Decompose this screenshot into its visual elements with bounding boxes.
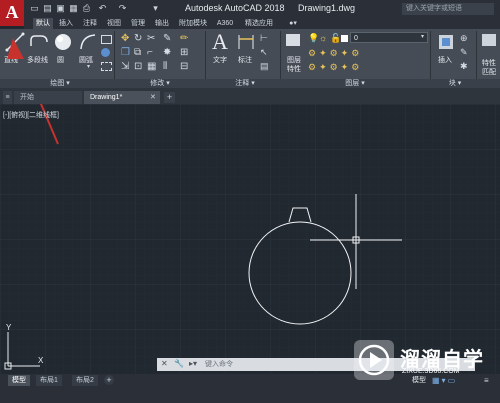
- search-input[interactable]: 键入关键字或短语: [402, 3, 494, 15]
- layout-tab-model[interactable]: 模型: [8, 375, 30, 386]
- tab-addins[interactable]: 附加模块: [176, 18, 210, 29]
- dimension-tool-label[interactable]: 标注: [238, 55, 252, 65]
- rectangle-icon[interactable]: [101, 35, 112, 44]
- sun-icon[interactable]: ☼: [319, 33, 327, 43]
- trim-icon[interactable]: ✂: [147, 33, 155, 44]
- stretch-icon[interactable]: ⇲: [121, 61, 129, 72]
- layout-tab-layout1[interactable]: 布局1: [36, 375, 62, 386]
- leader-icon[interactable]: ↖: [260, 47, 268, 58]
- insert-block-icon[interactable]: [436, 32, 456, 52]
- tab-drawing1[interactable]: Drawing1*: [84, 91, 160, 104]
- panel-modify[interactable]: 修改 ▾: [140, 79, 180, 88]
- new-tab-icon[interactable]: +: [164, 92, 175, 103]
- match-properties-icon[interactable]: [482, 34, 496, 46]
- layout-tab-layout2[interactable]: 布局2: [72, 375, 98, 386]
- redo-icon[interactable]: ↷: [117, 3, 128, 14]
- gradient-icon[interactable]: [101, 62, 112, 71]
- arc-tool-label[interactable]: 圆弧: [79, 55, 93, 65]
- layer-color-swatch[interactable]: [341, 35, 348, 42]
- close-tab-icon[interactable]: ✕: [150, 93, 156, 101]
- rotate-icon[interactable]: ↻: [134, 33, 142, 44]
- dimension-tool-icon[interactable]: [236, 33, 256, 51]
- watermark-url: ZIXUE.3D66.COM: [402, 368, 460, 375]
- save-icon[interactable]: ▣: [55, 3, 66, 14]
- mirror-icon[interactable]: ⧉: [134, 47, 141, 58]
- command-prompt-icon[interactable]: ▸▾: [189, 359, 197, 368]
- command-input[interactable]: 键入命令: [205, 358, 233, 371]
- create-block-icon[interactable]: ⊕: [460, 33, 468, 44]
- hatch-icon[interactable]: [101, 48, 110, 57]
- application-menu-button[interactable]: A: [0, 0, 24, 26]
- lock-icon[interactable]: 🔓: [330, 33, 341, 44]
- watermark-logo: [354, 340, 394, 380]
- share-icon[interactable]: ▾: [150, 3, 161, 14]
- svg-text:X: X: [38, 356, 44, 365]
- viewport-controls-label[interactable]: [-][俯视][二维线框]: [3, 110, 59, 120]
- array-icon[interactable]: ▦: [147, 61, 156, 72]
- status-menu-icon[interactable]: ≡: [484, 376, 489, 385]
- panel-annotation[interactable]: 注释 ▾: [225, 79, 265, 88]
- fillet-icon[interactable]: ⌐: [147, 47, 153, 58]
- move-icon[interactable]: ✥: [121, 33, 129, 44]
- lightbulb-icon[interactable]: 💡: [308, 33, 319, 44]
- text-tool-label[interactable]: 文字: [213, 55, 227, 65]
- tab-view[interactable]: 视图: [104, 18, 124, 29]
- table-icon[interactable]: ▤: [260, 61, 269, 72]
- tab-featured-apps[interactable]: 精选应用: [241, 18, 277, 29]
- undo-icon[interactable]: ↶: [97, 3, 108, 14]
- layer-tools-row-1[interactable]: ⚙✦⚙✦⚙: [308, 48, 362, 59]
- save-as-icon[interactable]: ▦: [68, 3, 79, 14]
- copy-icon[interactable]: ❐: [121, 47, 130, 58]
- linear-dim-icon[interactable]: ⊢: [260, 33, 268, 44]
- window-title: Autodesk AutoCAD 2018: [185, 3, 285, 13]
- new-file-icon[interactable]: ▭: [29, 3, 40, 14]
- bottom-bar: [0, 387, 500, 403]
- annotation-arrowhead: [7, 38, 24, 59]
- offset-icon[interactable]: ⫴: [163, 61, 167, 72]
- command-settings-icon[interactable]: 🔧: [174, 359, 184, 368]
- tab-manage[interactable]: 管理: [128, 18, 148, 29]
- layer-properties-icon[interactable]: [286, 34, 300, 46]
- tab-more-icon[interactable]: ●▾: [283, 18, 303, 29]
- tab-output[interactable]: 输出: [152, 18, 172, 29]
- layer-properties-label-2[interactable]: 特性: [287, 64, 301, 74]
- break-icon[interactable]: ⊟: [180, 61, 188, 72]
- insert-block-label[interactable]: 插入: [438, 55, 452, 65]
- match-properties-label-2[interactable]: 匹配: [482, 67, 496, 77]
- tab-insert[interactable]: 插入: [56, 18, 76, 29]
- status-toggle-icons[interactable]: ▦▾▭: [432, 376, 457, 385]
- arc-dropdown-icon[interactable]: ▾: [87, 63, 90, 70]
- svg-text:Y: Y: [6, 323, 12, 332]
- layer-tools-row-2[interactable]: ⚙✦⚙✦⚙: [308, 62, 362, 73]
- text-tool-icon[interactable]: A: [212, 29, 228, 55]
- tab-a360[interactable]: A360: [213, 18, 237, 29]
- command-close-icon[interactable]: ✕: [161, 359, 168, 368]
- join-icon[interactable]: ⊞: [180, 47, 188, 58]
- edit-block-icon[interactable]: ✎: [460, 47, 468, 58]
- window-file-name: Drawing1.dwg: [298, 3, 356, 13]
- model-space-button[interactable]: 模型: [412, 375, 426, 386]
- tab-annotate[interactable]: 注释: [80, 18, 100, 29]
- erase-icon[interactable]: ✎: [163, 33, 171, 44]
- edit-pencil-icon[interactable]: ✏: [180, 33, 188, 44]
- attribute-icon[interactable]: ✱: [460, 61, 468, 72]
- layer-dropdown-arrow-icon[interactable]: ▾: [421, 33, 424, 40]
- scale-icon[interactable]: ⊡: [134, 61, 142, 72]
- panel-layers[interactable]: 图层 ▾: [335, 79, 375, 88]
- layer-dropdown[interactable]: 0: [350, 32, 428, 43]
- print-icon[interactable]: ⎙: [81, 3, 92, 14]
- drawing-canvas[interactable]: Y X: [0, 104, 500, 374]
- add-layout-icon[interactable]: +: [104, 375, 114, 385]
- arc-tool-icon[interactable]: [78, 32, 98, 52]
- tab-default[interactable]: 默认: [33, 18, 53, 29]
- panel-block[interactable]: 块 ▾: [440, 79, 470, 88]
- explode-icon[interactable]: ✸: [163, 47, 171, 58]
- open-folder-icon[interactable]: ▤: [42, 3, 53, 14]
